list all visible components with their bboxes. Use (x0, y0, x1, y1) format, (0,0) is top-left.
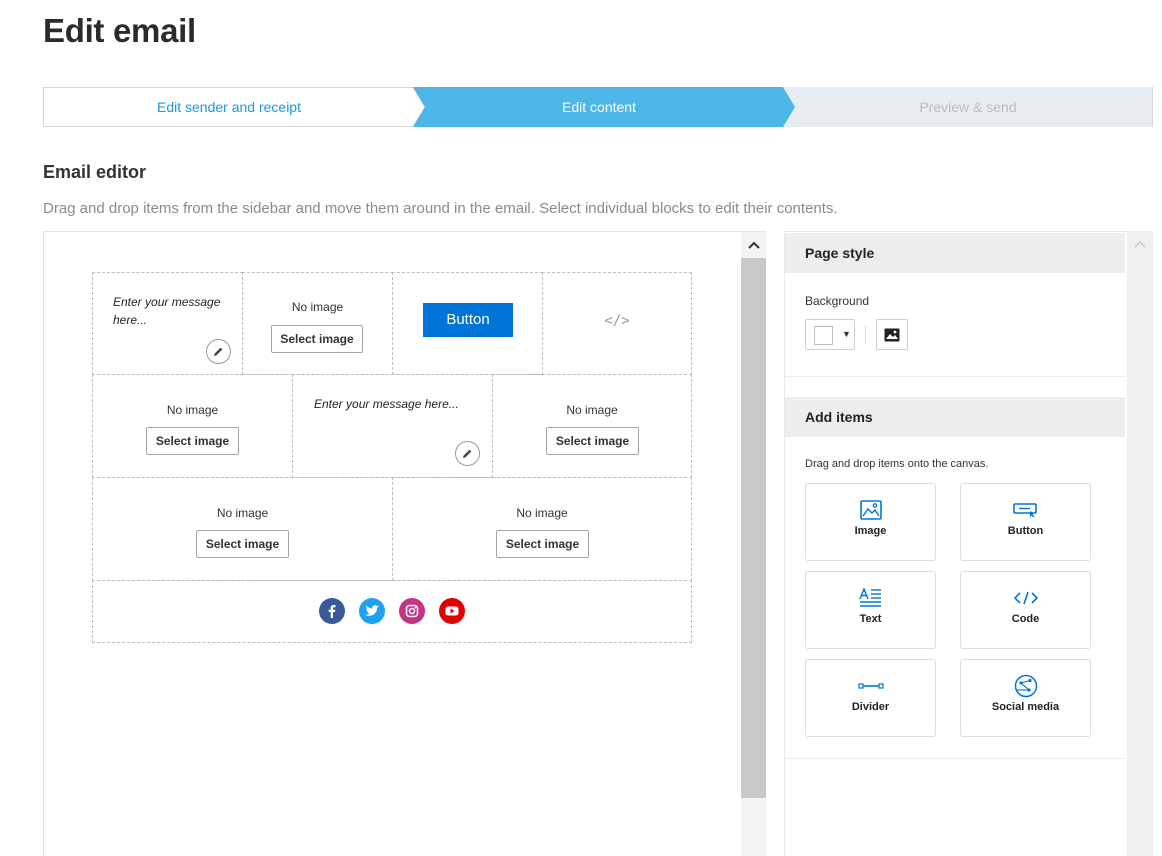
add-items-description: Drag and drop items onto the canvas. (805, 458, 989, 470)
twitter-icon[interactable] (359, 598, 385, 624)
social-media-block[interactable] (92, 580, 692, 643)
email-cta-button[interactable]: Button (423, 303, 513, 337)
no-image-text: No image (566, 403, 618, 417)
progress-stepper: Edit sender and receipt Edit content Pre… (43, 87, 1153, 127)
edit-text-button[interactable] (206, 339, 231, 364)
add-button-item[interactable]: Button (960, 483, 1091, 561)
text-block-content[interactable]: Enter your message here... (314, 395, 484, 413)
background-image-button[interactable] (876, 319, 908, 350)
add-social-media-item[interactable]: Social media (960, 659, 1091, 737)
edit-text-button[interactable] (455, 441, 480, 466)
email-row-1: Enter your message here... No image Sele… (92, 272, 692, 375)
image-block[interactable]: No image Select image (492, 374, 692, 478)
image-block[interactable]: No image Select image (92, 374, 293, 478)
divider (865, 326, 866, 344)
email-row-3: No image Select image No image Select im… (92, 477, 692, 581)
chevron-up-icon (1134, 240, 1146, 248)
facebook-glyph (328, 605, 336, 618)
pencil-icon (463, 449, 472, 458)
select-image-button[interactable]: Select image (196, 530, 289, 558)
sidebar-scroll-up[interactable] (1127, 231, 1153, 257)
image-icon (806, 498, 935, 522)
instagram-icon[interactable] (399, 598, 425, 624)
no-image-text: No image (166, 403, 219, 417)
page-style-header[interactable]: Page style (785, 233, 1125, 273)
no-image-text: No image (291, 300, 344, 314)
email-editor-description: Drag and drop items from the sidebar and… (43, 200, 838, 217)
no-image-text: No image (516, 506, 568, 520)
image-block[interactable]: No image Select image (242, 272, 393, 375)
button-block[interactable]: Button (392, 272, 543, 375)
add-divider-item[interactable]: Divider (805, 659, 936, 737)
panel-separator (785, 376, 1125, 377)
tile-label: Code (1011, 613, 1040, 625)
text-block[interactable]: Enter your message here... (292, 374, 493, 478)
step-preview-send: Preview & send (919, 99, 1017, 115)
step-edit-sender[interactable]: Edit sender and receipt (43, 87, 415, 127)
add-items-header[interactable]: Add items (785, 397, 1125, 437)
step-edit-content[interactable]: Edit content (415, 87, 783, 127)
text-block[interactable]: Enter your message here... (92, 272, 243, 375)
background-color-picker[interactable]: ▼ (805, 319, 855, 350)
image-block[interactable]: No image Select image (92, 477, 393, 581)
tile-label: Text (859, 613, 882, 625)
scroll-up-button[interactable] (741, 232, 766, 258)
canvas-scroll-thumb[interactable] (741, 258, 766, 798)
add-code-item[interactable]: Code (960, 571, 1091, 649)
sidebar-scrollbar[interactable] (1127, 231, 1153, 856)
email-editor-title: Email editor (43, 162, 147, 182)
add-text-item[interactable]: Text (805, 571, 936, 649)
code-block[interactable]: </> (542, 272, 692, 375)
code-icon (961, 586, 1090, 610)
pencil-icon (214, 347, 223, 356)
no-image-text: No image (216, 506, 269, 520)
select-image-button[interactable]: Select image (546, 427, 639, 455)
divider-icon (806, 674, 935, 698)
code-icon: </> (604, 313, 630, 329)
tile-label: Image (854, 525, 887, 537)
select-image-button[interactable]: Select image (146, 427, 239, 455)
email-row-social (92, 580, 692, 643)
caret-down-icon: ▼ (842, 329, 851, 339)
instagram-glyph (405, 604, 419, 618)
background-label: Background (805, 294, 870, 308)
twitter-glyph (365, 605, 379, 616)
image-block[interactable]: No image Select image (392, 477, 692, 581)
tile-label: Divider (851, 701, 890, 713)
select-image-button[interactable]: Select image (496, 530, 589, 558)
email-row-2: No image Select image Enter your message… (92, 374, 692, 478)
youtube-icon[interactable] (439, 598, 465, 624)
add-image-item[interactable]: Image (805, 483, 936, 561)
tile-label: Button (1007, 525, 1044, 537)
social-media-icon (961, 674, 1090, 698)
color-swatch (814, 326, 833, 345)
text-icon (806, 586, 935, 610)
panel-separator (785, 758, 1125, 759)
page-title: Edit email (43, 12, 196, 49)
youtube-glyph (445, 606, 459, 616)
tile-label: Social media (991, 701, 1060, 713)
facebook-icon[interactable] (319, 598, 345, 624)
chevron-up-icon (747, 241, 760, 249)
image-icon (884, 328, 900, 341)
select-image-button[interactable]: Select image (271, 325, 363, 353)
text-block-content[interactable]: Enter your message here... (113, 293, 233, 329)
button-icon (961, 498, 1090, 522)
